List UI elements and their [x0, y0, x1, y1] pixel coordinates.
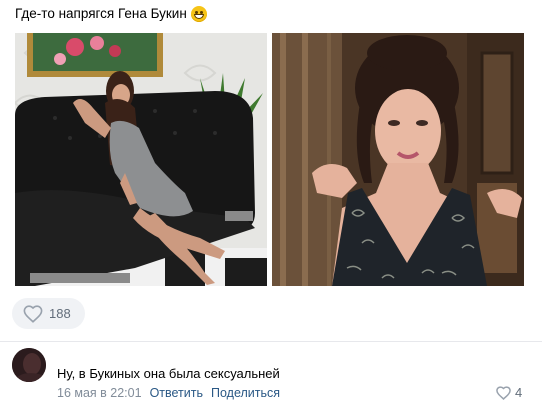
photo-woman-on-black-sofa[interactable]: [15, 33, 267, 286]
comment-meta: 16 мая в 22:01 Ответить Поделиться: [57, 386, 280, 400]
post-text: Где-то напрягся Гена Букин: [15, 6, 187, 21]
heart-icon: [23, 304, 43, 323]
comment-date[interactable]: 16 мая в 22:01: [57, 386, 142, 400]
photo-right-image: [272, 33, 524, 286]
post-like-button[interactable]: 188: [12, 298, 85, 329]
photo-woman-in-dark-dress[interactable]: [272, 33, 524, 286]
grinning-face-emoji-icon: [190, 6, 207, 22]
divider: [0, 341, 542, 342]
comment-text: Ну, в Букиных она была сексуальней: [57, 366, 280, 381]
comment-like-count: 4: [515, 385, 523, 400]
post-like-count: 188: [49, 306, 71, 321]
share-link[interactable]: Поделиться: [211, 386, 280, 400]
photo-left-image: [15, 33, 267, 286]
comment-like-button[interactable]: 4: [496, 385, 522, 400]
reply-link[interactable]: Ответить: [150, 386, 203, 400]
heart-icon: [496, 385, 511, 400]
avatar-image: [12, 348, 46, 382]
avatar[interactable]: [12, 348, 46, 382]
post-text-line: Где-то напрягся Гена Букин: [15, 5, 207, 23]
